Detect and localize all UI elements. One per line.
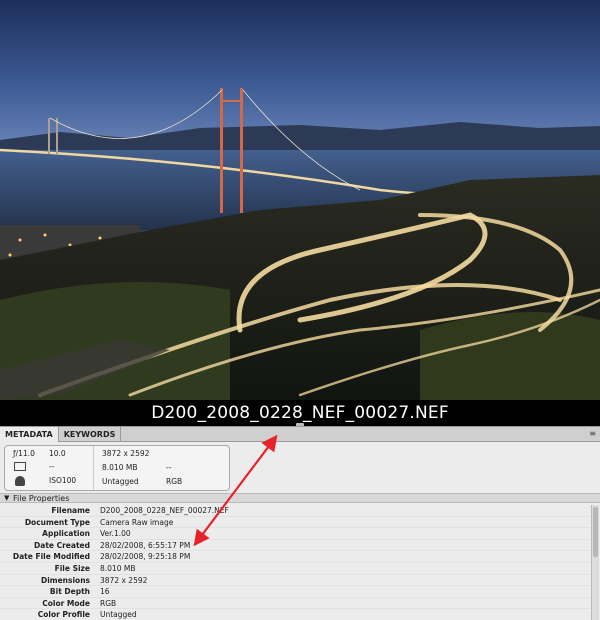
metadata-panel: METADATA KEYWORDS ≡ ƒ/11.0 10.0 -- ISO10… [0,423,600,620]
tab-metadata[interactable]: METADATA [0,427,59,442]
tab-keywords[interactable]: KEYWORDS [59,427,122,442]
info-profile: Untagged [102,477,139,486]
info-size: 8.010 MB [102,463,138,472]
panel-tabs: METADATA KEYWORDS ≡ [0,426,600,442]
info-mode: RGB [166,477,183,486]
property-row: Filename D200_2008_0228_NEF_00027.NEF [0,505,590,517]
file-properties-header[interactable]: ▼ File Properties [0,493,600,503]
property-row: Document Type Camera Raw image [0,517,590,529]
section-title: File Properties [13,494,70,503]
collapse-triangle-icon[interactable]: ▼ [4,494,9,502]
info-dpi: -- [166,463,172,472]
photo-preview [0,0,600,400]
metering-icon [14,462,26,471]
property-row: Color Mode RGB [0,598,590,610]
property-row: Bit Depth 16 [0,586,590,598]
panel-menu-icon[interactable]: ≡ [589,429,596,438]
camera-summary: ƒ/11.0 10.0 -- ISO100 3872 x 2592 8.010 … [4,445,230,491]
property-row: Application Ver.1.00 [0,528,590,540]
aperture-value: ƒ/11.0 [13,449,35,458]
metering-value: -- [49,462,55,471]
properties-scrollbar[interactable] [591,505,599,620]
file-properties-list: Filename D200_2008_0228_NEF_00027.NEF Doc… [0,505,590,620]
image-info: 3872 x 2592 8.010 MB -- Untagged RGB [93,446,229,490]
property-row: Color Profile Untagged [0,609,590,620]
person-icon [15,476,25,486]
aperture-number: 10.0 [49,449,66,458]
filename-caption-text: D200_2008_0228_NEF_00027.NEF [151,403,449,423]
property-row: Date Created 28/02/2008, 6:55:17 PM [0,540,590,552]
property-row: File Size 8.010 MB [0,563,590,575]
info-dimensions: 3872 x 2592 [102,449,150,458]
property-row: Dimensions 3872 x 2592 [0,575,590,587]
camera-settings: ƒ/11.0 10.0 -- ISO100 [5,446,93,490]
property-row: Date File Modified 28/02/2008, 9:25:18 PM [0,551,590,563]
iso-value: ISO100 [49,476,77,485]
scrollbar-thumb[interactable] [593,507,598,557]
